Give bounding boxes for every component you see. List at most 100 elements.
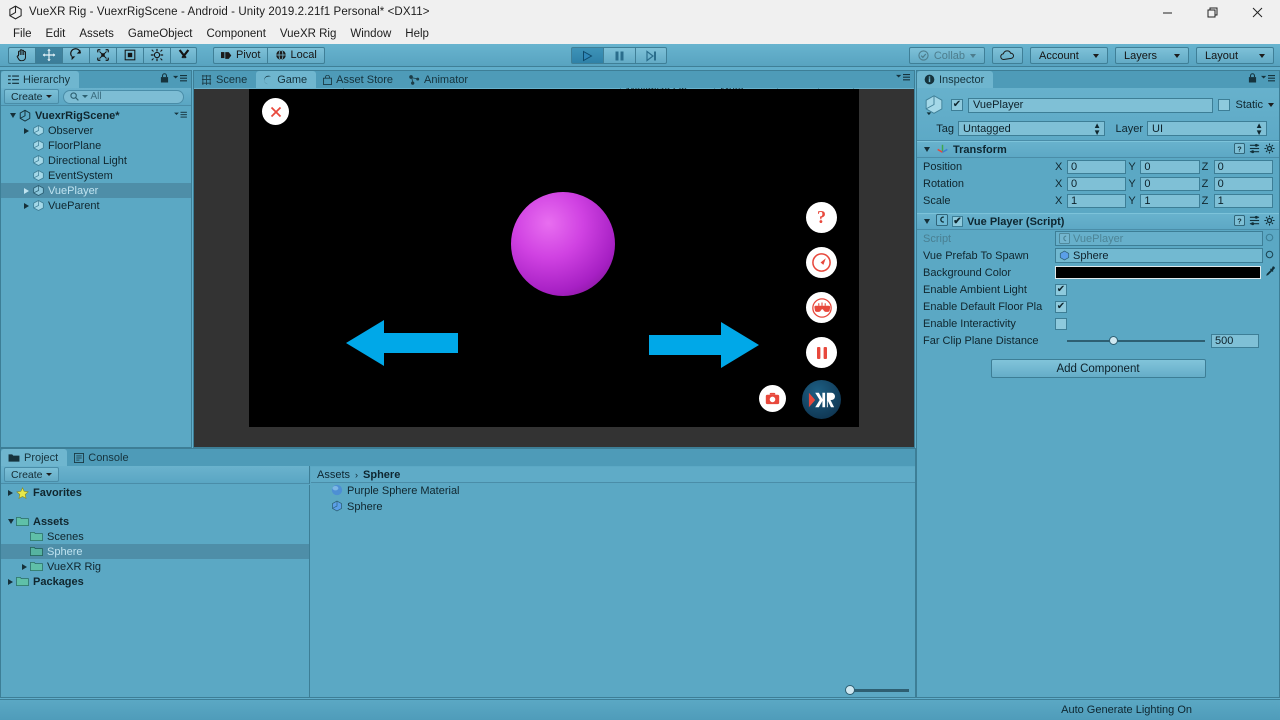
- panel-menu-icon[interactable]: [1261, 74, 1275, 86]
- tab-game[interactable]: Game: [256, 71, 317, 88]
- hierarchy-search-input[interactable]: All: [62, 89, 184, 104]
- panel-menu-icon[interactable]: [896, 73, 910, 85]
- object-name-field[interactable]: VuePlayer: [968, 97, 1214, 113]
- gear-icon[interactable]: [1264, 214, 1275, 229]
- tab-inspector[interactable]: Inspector: [917, 71, 994, 88]
- transform-component-header[interactable]: Transform ?: [917, 141, 1279, 158]
- tab-scene[interactable]: Scene: [194, 71, 257, 88]
- game-render-surface[interactable]: ?: [249, 89, 859, 427]
- hierarchy-row-observer[interactable]: Observer: [1, 123, 191, 138]
- help-icon[interactable]: ?: [1234, 214, 1245, 229]
- add-component-button[interactable]: Add Component: [990, 359, 1206, 378]
- game-render-canvas[interactable]: ?: [194, 89, 914, 447]
- rotate-tool-button[interactable]: [62, 46, 89, 64]
- layer-dropdown[interactable]: UI ▲ ▼: [1147, 121, 1267, 136]
- project-row-favorites[interactable]: Favorites: [1, 485, 309, 500]
- project-row-assets[interactable]: Assets: [1, 514, 309, 529]
- menu-window[interactable]: Window: [343, 26, 398, 42]
- prefab-object-field[interactable]: Sphere: [1055, 248, 1263, 263]
- static-checkbox[interactable]: [1218, 99, 1231, 111]
- expand-arrow[interactable]: [921, 219, 932, 224]
- object-enabled-checkbox[interactable]: [951, 99, 963, 111]
- close-overlay-button[interactable]: [262, 98, 289, 125]
- rotation-z-field[interactable]: 0: [1213, 176, 1273, 191]
- performance-button[interactable]: [806, 247, 837, 278]
- expand-arrow[interactable]: [21, 127, 32, 134]
- background-color-swatch[interactable]: [1055, 266, 1261, 279]
- position-y-field[interactable]: 0: [1140, 159, 1200, 174]
- farclip-slider[interactable]: [1067, 335, 1205, 345]
- expand-arrow[interactable]: [5, 578, 16, 585]
- asset-row-material[interactable]: Purple Sphere Material: [311, 483, 915, 499]
- rotation-x-field[interactable]: 0: [1067, 176, 1127, 191]
- farclip-value-field[interactable]: 500: [1211, 333, 1259, 348]
- menu-edit[interactable]: Edit: [39, 26, 73, 42]
- move-tool-button[interactable]: [35, 46, 62, 64]
- preset-icon[interactable]: [1249, 215, 1260, 229]
- expand-arrow[interactable]: [5, 489, 16, 496]
- scale-tool-button[interactable]: [89, 46, 116, 64]
- panel-menu-icon[interactable]: [174, 110, 187, 122]
- scale-x-field[interactable]: 1: [1067, 193, 1127, 208]
- maximize-button[interactable]: [1190, 0, 1235, 24]
- rect-transform-tool-button[interactable]: [116, 46, 143, 64]
- local-toggle-button[interactable]: Local: [267, 46, 325, 64]
- tab-console[interactable]: Console: [67, 449, 138, 466]
- layout-button[interactable]: Layout: [1196, 47, 1274, 64]
- layers-button[interactable]: Layers: [1115, 47, 1189, 64]
- custom-tool-button[interactable]: [170, 46, 197, 64]
- expand-arrow[interactable]: [19, 563, 30, 570]
- preset-icon[interactable]: [1249, 143, 1260, 157]
- vr-headset-button[interactable]: [806, 292, 837, 323]
- minimize-button[interactable]: [1145, 0, 1190, 24]
- hand-tool-button[interactable]: [8, 46, 35, 64]
- hierarchy-row-floorplane[interactable]: FloorPlane: [1, 138, 191, 153]
- object-picker-icon[interactable]: [1265, 233, 1274, 245]
- play-button[interactable]: [571, 47, 603, 64]
- pause-button[interactable]: [603, 47, 635, 64]
- pause-overlay-button[interactable]: [806, 337, 837, 368]
- account-button[interactable]: Account: [1030, 47, 1108, 64]
- hierarchy-row-vueplayer[interactable]: VuePlayer: [1, 183, 191, 198]
- breadcrumb-sphere[interactable]: Sphere: [363, 469, 400, 481]
- cloud-button[interactable]: [992, 47, 1023, 64]
- tab-asset-store[interactable]: Asset Store: [316, 71, 403, 88]
- xr-logo-button[interactable]: [802, 380, 841, 419]
- menu-component[interactable]: Component: [199, 26, 272, 42]
- menu-help[interactable]: Help: [398, 26, 436, 42]
- gear-icon[interactable]: [1264, 142, 1275, 157]
- project-create-button[interactable]: Create: [4, 467, 59, 482]
- close-button[interactable]: [1235, 0, 1280, 24]
- help-button[interactable]: ?: [806, 202, 837, 233]
- screenshot-button[interactable]: [759, 385, 786, 412]
- breadcrumb-assets[interactable]: Assets: [317, 469, 350, 481]
- object-picker-icon[interactable]: [1265, 250, 1274, 262]
- lock-icon[interactable]: [1248, 73, 1257, 86]
- position-x-field[interactable]: 0: [1067, 159, 1127, 174]
- default-floor-checkbox[interactable]: [1055, 300, 1067, 313]
- hierarchy-create-button[interactable]: Create: [4, 89, 59, 104]
- project-row-packages[interactable]: Packages: [1, 574, 309, 589]
- ambient-light-checkbox[interactable]: [1055, 283, 1067, 296]
- asset-zoom-slider[interactable]: [845, 685, 909, 695]
- vueplayer-component-header[interactable]: Vue Player (Script) ?: [917, 213, 1279, 230]
- expand-arrow[interactable]: [21, 202, 32, 209]
- transform-tool-button[interactable]: [143, 46, 170, 64]
- project-row-scenes[interactable]: Scenes: [1, 529, 309, 544]
- hierarchy-row-scene[interactable]: VuexrRigScene*: [1, 108, 191, 123]
- pivot-toggle-button[interactable]: Pivot: [213, 46, 268, 64]
- chevron-down-icon[interactable]: [1268, 103, 1274, 107]
- eyedropper-icon[interactable]: [1264, 265, 1276, 280]
- lock-icon[interactable]: [160, 73, 169, 86]
- position-z-field[interactable]: 0: [1213, 159, 1273, 174]
- tab-animator[interactable]: Animator: [402, 71, 478, 88]
- scale-z-field[interactable]: 1: [1213, 193, 1273, 208]
- hierarchy-row-directional-light[interactable]: Directional Light: [1, 153, 191, 168]
- menu-assets[interactable]: Assets: [72, 26, 121, 42]
- help-icon[interactable]: ?: [1234, 142, 1245, 157]
- menu-file[interactable]: File: [6, 26, 39, 42]
- step-button[interactable]: [635, 47, 667, 64]
- panel-menu-icon[interactable]: [173, 74, 187, 86]
- vueplayer-enabled-checkbox[interactable]: [952, 216, 963, 227]
- tag-dropdown[interactable]: Untagged ▲ ▼: [958, 121, 1105, 136]
